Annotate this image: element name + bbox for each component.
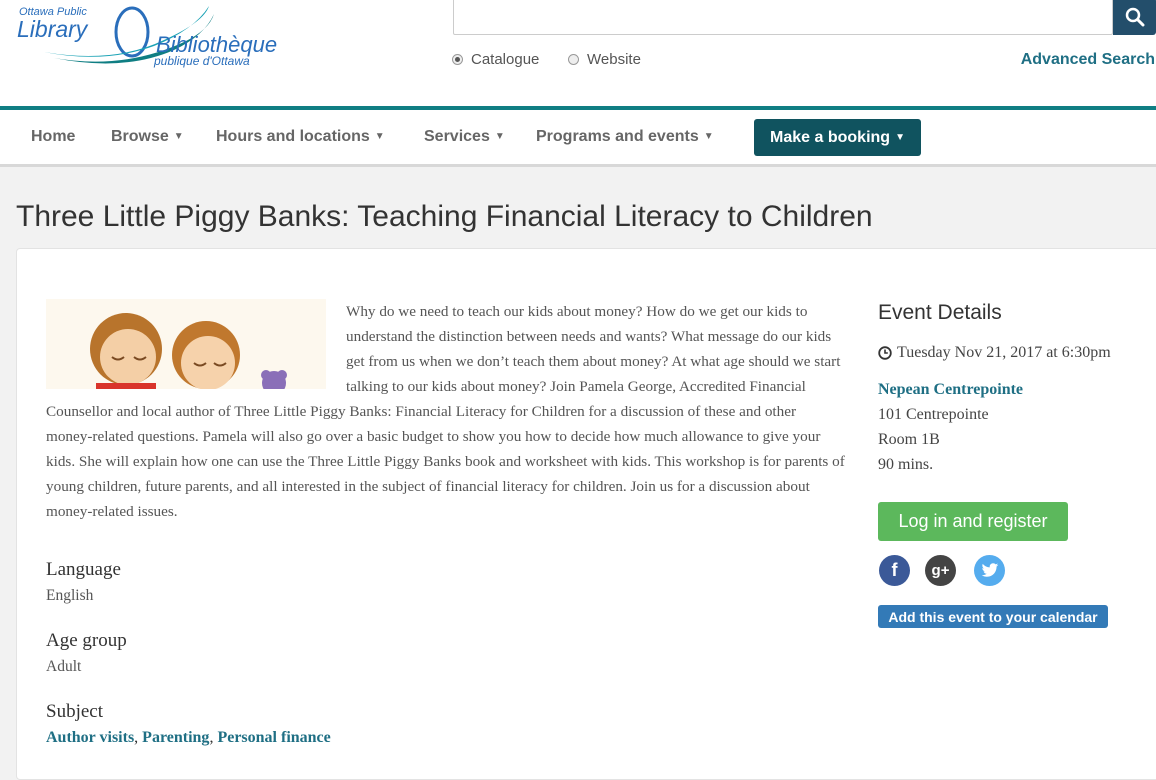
- nav-home[interactable]: Home: [31, 128, 75, 146]
- chevron-down-icon: ▼: [173, 131, 184, 143]
- language-value: English: [46, 587, 94, 604]
- subject-link-personal-finance[interactable]: Personal finance: [217, 729, 330, 746]
- subject-link-parenting[interactable]: Parenting: [142, 729, 209, 746]
- google-plus-icon[interactable]: g+: [925, 555, 956, 586]
- catalogue-label: Catalogue: [471, 51, 540, 68]
- nav-browse-label: Browse: [111, 128, 169, 145]
- nav-programs-and-events[interactable]: Programs and events ▼: [536, 128, 714, 146]
- nav-hours-label: Hours and locations: [216, 128, 370, 145]
- event-date-text: Tuesday Nov 21, 2017 at 6:30pm: [897, 344, 1111, 361]
- logo-line-4: publique d'Ottawa: [154, 54, 250, 68]
- logo-line-2: Library: [17, 16, 88, 42]
- event-room: Room 1B: [878, 431, 940, 448]
- booking-label: Make a booking: [770, 128, 891, 146]
- nav-home-label: Home: [31, 128, 76, 145]
- event-duration: 90 mins.: [878, 456, 934, 473]
- subject-link-author-visits[interactable]: Author visits: [46, 729, 134, 746]
- advanced-search-link[interactable]: Advanced Search: [1021, 51, 1155, 69]
- page-title: Three Little Piggy Banks: Teaching Finan…: [16, 200, 873, 233]
- search-button[interactable]: [1113, 0, 1156, 35]
- search-scope-catalogue[interactable]: Catalogue: [452, 51, 539, 68]
- website-radio[interactable]: [568, 54, 579, 65]
- log-in-and-register-button[interactable]: Log in and register: [878, 502, 1068, 541]
- chevron-down-icon: ▼: [703, 131, 714, 143]
- search-scope-website[interactable]: Website: [568, 51, 641, 68]
- make-a-booking-button[interactable]: Make a booking ▼: [754, 119, 921, 156]
- nav-hours-and-locations[interactable]: Hours and locations ▼: [216, 128, 385, 146]
- google-plus-glyph: g+: [931, 562, 950, 579]
- catalogue-radio[interactable]: [452, 54, 463, 65]
- event-address: 101 Centrepointe: [878, 406, 989, 423]
- chevron-down-icon: ▼: [494, 131, 505, 143]
- event-location-link[interactable]: Nepean Centrepointe: [878, 381, 1023, 399]
- children-illustration-icon: [46, 299, 326, 389]
- chevron-down-icon: ▼: [374, 131, 385, 143]
- nav-services-label: Services: [424, 128, 490, 145]
- event-description: Why do we need to teach our kids about m…: [46, 299, 846, 524]
- age-group-heading: Age group: [46, 630, 127, 651]
- event-details-heading: Event Details: [878, 301, 1002, 324]
- twitter-icon[interactable]: [974, 555, 1005, 586]
- facebook-glyph: f: [891, 560, 898, 580]
- nav-services[interactable]: Services ▼: [424, 128, 505, 146]
- age-group-value: Adult: [46, 658, 82, 675]
- nav-programs-label: Programs and events: [536, 128, 699, 145]
- clock-icon: [878, 346, 892, 360]
- site-header: Ottawa Public Library Bibliothèque publi…: [0, 0, 1156, 106]
- search-icon: [1125, 7, 1144, 26]
- website-label: Website: [587, 51, 641, 68]
- add-to-calendar-button[interactable]: Add this event to your calendar: [878, 605, 1108, 628]
- event-image: [46, 299, 326, 389]
- chevron-down-icon: ▼: [895, 132, 905, 143]
- facebook-icon[interactable]: f: [879, 555, 910, 586]
- twitter-bird-icon: [981, 563, 998, 577]
- subject-links: Author visits, Parenting, Personal finan…: [46, 729, 331, 746]
- library-logo[interactable]: Ottawa Public Library Bibliothèque publi…: [14, 2, 294, 72]
- subject-heading: Subject: [46, 701, 103, 722]
- event-date: Tuesday Nov 21, 2017 at 6:30pm: [878, 344, 1111, 362]
- language-heading: Language: [46, 559, 121, 580]
- nav-browse[interactable]: Browse ▼: [111, 128, 184, 146]
- search-input[interactable]: [453, 0, 1113, 35]
- main-nav: Home Browse ▼ Hours and locations ▼ Servic…: [0, 110, 1156, 167]
